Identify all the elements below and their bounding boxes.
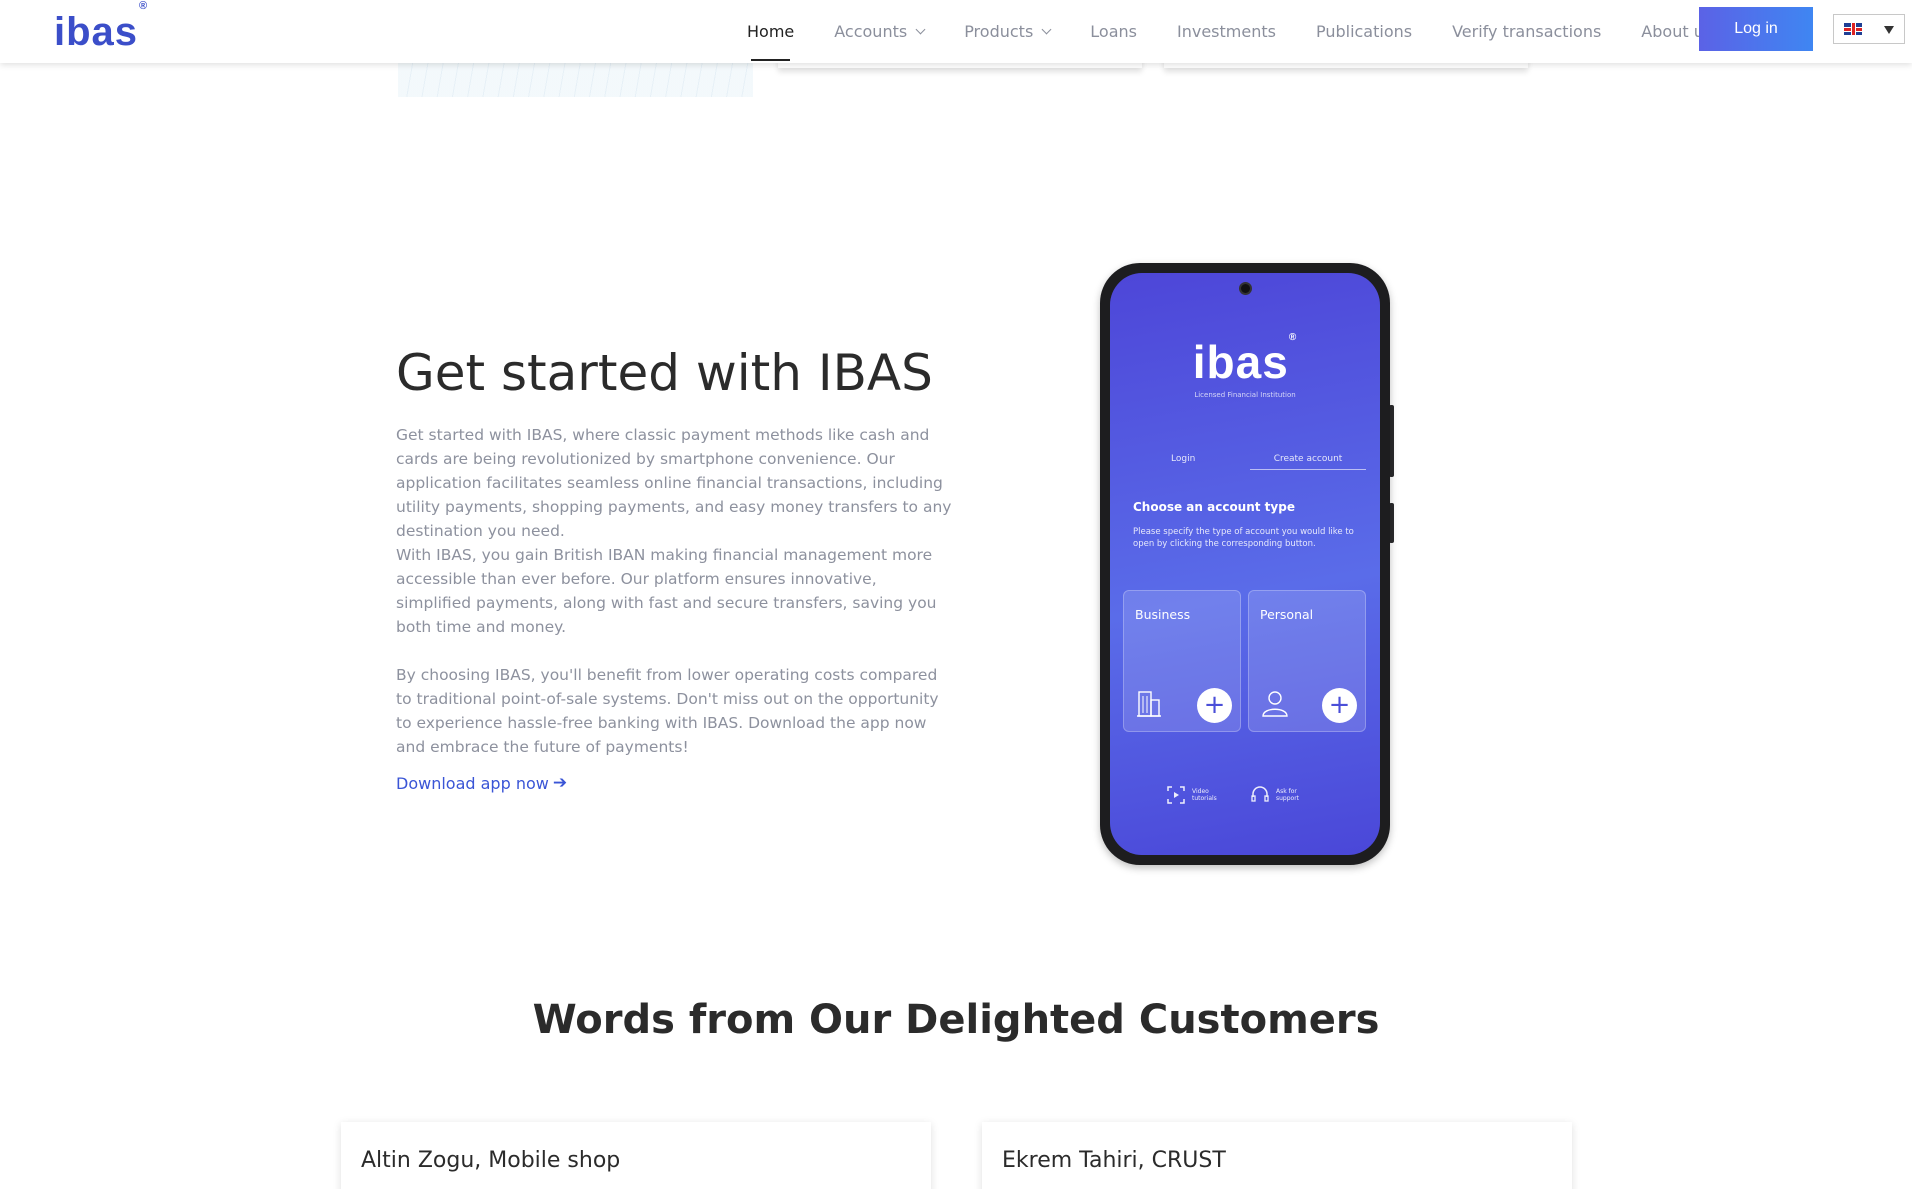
- brand-logo[interactable]: ibas®: [54, 0, 147, 55]
- nav-label: Home: [747, 22, 795, 41]
- app-card-label: Personal: [1260, 607, 1314, 622]
- plus-icon: +: [1322, 688, 1357, 723]
- app-video-tutorials: Video tutorials: [1166, 785, 1232, 805]
- get-started-paragraph: By choosing IBAS, you'll benefit from lo…: [396, 666, 939, 756]
- app-footer-label: Ask for support: [1276, 788, 1300, 802]
- app-logo: ibas®: [1110, 331, 1380, 389]
- phone-screen: ibas® Licensed Financial Institution Log…: [1110, 273, 1380, 855]
- nav-label: Loans: [1090, 22, 1137, 41]
- testimonial-author: Ekrem Tahiri, CRUST: [1002, 1148, 1226, 1173]
- top-navbar: ibas® Home Accounts Products Loans Inves…: [0, 0, 1912, 63]
- nav-item-verify-transactions[interactable]: Verify transactions: [1452, 22, 1601, 41]
- building-icon: [1137, 691, 1161, 717]
- login-button[interactable]: Log in: [1699, 7, 1813, 51]
- registered-mark: ®: [139, 0, 149, 12]
- chevron-down-icon: [915, 24, 926, 35]
- caret-down-icon: [1884, 26, 1894, 34]
- customers-title: Words from Our Delighted Customers: [532, 997, 1380, 1043]
- app-footer-label: Video tutorials: [1192, 788, 1217, 802]
- testimonial-card: Ekrem Tahiri, CRUST: [982, 1122, 1572, 1189]
- camera-icon: [1239, 282, 1252, 295]
- app-subtitle: Licensed Financial Institution: [1194, 391, 1296, 399]
- video-icon: [1167, 786, 1185, 804]
- chevron-down-icon: [1041, 24, 1052, 35]
- app-logo-text: ibas: [1192, 336, 1289, 388]
- person-icon: [1262, 691, 1288, 717]
- download-app-label: Download app now: [396, 773, 549, 793]
- registered-mark: ®: [1288, 331, 1298, 343]
- phone-mockup: ibas® Licensed Financial Institution Log…: [1100, 263, 1390, 865]
- nav-label: Verify transactions: [1452, 22, 1602, 41]
- nav-item-loans[interactable]: Loans: [1090, 22, 1137, 41]
- get-started-paragraph: Get started with IBAS, where classic pay…: [396, 426, 952, 540]
- nav-item-investments[interactable]: Investments: [1177, 22, 1276, 41]
- nav-label: Products: [964, 22, 1034, 41]
- app-tab-create-account: Create account: [1250, 454, 1366, 470]
- testimonial-card: Altin Zogu, Mobile shop: [341, 1122, 931, 1189]
- main-menu: Home Accounts Products Loans Investments…: [747, 0, 1769, 63]
- app-card-label: Business: [1135, 607, 1191, 622]
- brand-logo-text: ibas: [54, 10, 139, 54]
- app-ask-support: Ask for support: [1250, 785, 1316, 805]
- language-select[interactable]: [1833, 14, 1905, 44]
- app-heading: Choose an account type: [1133, 500, 1295, 514]
- nav-label: Publications: [1315, 22, 1413, 41]
- uk-flag-icon: [1844, 23, 1862, 35]
- nav-label: Investments: [1176, 22, 1276, 41]
- headset-icon: [1251, 786, 1269, 802]
- nav-item-home[interactable]: Home: [747, 22, 795, 61]
- app-personal-card: Personal +: [1248, 590, 1366, 732]
- get-started-title: Get started with IBAS: [396, 344, 933, 402]
- nav-label: Accounts: [834, 22, 908, 41]
- app-business-card: Business +: [1123, 590, 1241, 732]
- plus-icon: +: [1197, 688, 1232, 723]
- nav-item-accounts[interactable]: Accounts: [834, 22, 926, 41]
- get-started-paragraph: With IBAS, you gain British IBAN making …: [396, 546, 937, 636]
- arrow-right-icon: ➔: [552, 773, 568, 793]
- app-description: Please specify the type of account you w…: [1133, 527, 1354, 549]
- app-tab-login: Login: [1171, 454, 1196, 464]
- previous-section-image: [398, 63, 753, 97]
- testimonial-author: Altin Zogu, Mobile shop: [361, 1148, 621, 1173]
- download-app-link[interactable]: Download app now ➔: [396, 773, 567, 793]
- nav-item-publications[interactable]: Publications: [1316, 22, 1412, 41]
- nav-item-products[interactable]: Products: [964, 22, 1052, 41]
